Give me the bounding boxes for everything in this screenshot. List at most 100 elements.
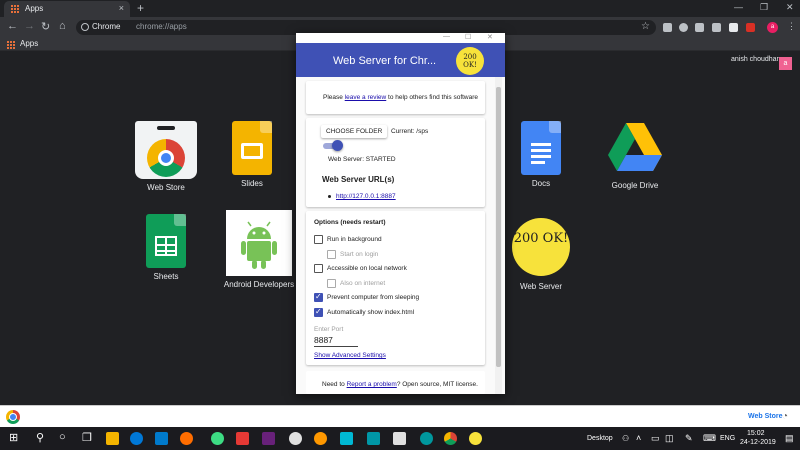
tab-apps[interactable]: Apps ×	[4, 1, 130, 17]
omnibox-label: Chrome	[92, 22, 121, 31]
sheets-icon	[146, 214, 186, 268]
extension-icon[interactable]	[695, 23, 704, 32]
notifications-icon[interactable]: ▤	[785, 433, 794, 444]
web-server-taskbar-icon[interactable]	[469, 432, 482, 445]
task-view-icon[interactable]: ❐	[82, 431, 92, 444]
bookmark-apps[interactable]: Apps	[20, 39, 38, 48]
app-android-developers[interactable]: Android Developers	[219, 210, 299, 289]
blender-icon[interactable]	[314, 432, 327, 445]
vscode-icon[interactable]	[155, 432, 168, 445]
forward-arrow-icon[interactable]: →	[24, 20, 35, 32]
start-on-login-checkbox[interactable]	[327, 250, 336, 259]
also-on-internet-checkbox[interactable]	[327, 279, 336, 288]
new-tab-button[interactable]: +	[137, 1, 144, 15]
app-icon[interactable]	[393, 432, 406, 445]
server-url-link[interactable]: http://127.0.0.1:8887	[336, 193, 396, 200]
close-window-button[interactable]: ✕	[786, 2, 794, 13]
apps-grid-icon[interactable]	[7, 41, 15, 49]
android-studio-icon[interactable]	[211, 432, 224, 445]
battery-icon[interactable]: ▭	[651, 433, 660, 444]
app-google-drive[interactable]: Google Drive	[595, 123, 675, 190]
port-input[interactable]: 8887	[314, 335, 358, 347]
app-label: Web Server	[519, 282, 563, 291]
notification-bar: Web Store ◔	[0, 405, 800, 427]
app-icon[interactable]	[236, 432, 249, 445]
pen-icon[interactable]: ✎	[685, 433, 693, 444]
popup-maximize-button[interactable]: ☐	[465, 33, 471, 41]
chrome-menu-icon[interactable]: ⋮	[787, 21, 796, 32]
clock-time[interactable]: 15:02	[747, 430, 765, 437]
chrome-icon	[6, 410, 20, 424]
show-index-checkbox[interactable]	[314, 307, 323, 317]
app-slides[interactable]: Slides	[212, 121, 292, 188]
app-label: Google Drive	[611, 181, 659, 190]
server-status: Web Server: STARTED	[328, 156, 396, 163]
extension-icon[interactable]	[663, 23, 672, 32]
choose-folder-button[interactable]: CHOOSE FOLDER	[321, 125, 388, 138]
search-icon[interactable]: ⚲	[36, 431, 44, 444]
app-icon[interactable]	[180, 432, 193, 445]
app-web-store[interactable]: Web Store	[126, 121, 206, 192]
app-icon[interactable]	[340, 432, 353, 445]
report-problem-link[interactable]: Report a problem	[347, 381, 397, 388]
visual-studio-icon[interactable]	[262, 432, 275, 445]
app-sheets[interactable]: Sheets	[126, 214, 206, 281]
tab-title: Apps	[25, 4, 44, 13]
arduino-icon[interactable]	[420, 432, 433, 445]
docs-icon	[521, 121, 561, 175]
option-label: Also on internet	[340, 280, 386, 287]
scrollbar-thumb[interactable]	[496, 87, 501, 367]
clock-date[interactable]: 24-12-2019	[740, 439, 776, 446]
extension-icon[interactable]	[679, 23, 688, 32]
language-indicator[interactable]: ENG	[720, 435, 735, 442]
app-icon[interactable]	[367, 432, 380, 445]
popup-scrollbar[interactable]	[495, 77, 502, 394]
extension-icon[interactable]	[746, 23, 755, 32]
people-icon[interactable]: ⚇	[622, 434, 629, 443]
option-label: Prevent computer from sleeping	[327, 294, 420, 301]
user-avatar[interactable]: a	[779, 57, 792, 70]
profile-avatar[interactable]: a	[767, 22, 778, 33]
app-web-server[interactable]: 200 OK! Web Server	[501, 218, 581, 291]
home-icon[interactable]: ⌂	[59, 20, 66, 32]
accessible-local-network-checkbox[interactable]	[314, 264, 323, 273]
network-icon[interactable]: ◫	[665, 433, 674, 444]
web-store-link[interactable]: Web Store	[748, 413, 783, 420]
extension-icon[interactable]	[729, 23, 738, 32]
option-label: Automatically show index.html	[327, 309, 415, 316]
url-heading: Web Server URL(s)	[322, 175, 395, 184]
restore-button[interactable]: ❐	[760, 2, 768, 13]
slides-icon	[232, 121, 272, 175]
run-in-background-checkbox[interactable]	[314, 235, 323, 244]
bookmark-star-icon[interactable]: ☆	[641, 21, 650, 32]
chevron-up-icon[interactable]: ˄	[636, 433, 641, 443]
keyboard-icon[interactable]: ⌨	[703, 433, 716, 444]
omnibox-url[interactable]: chrome://apps	[136, 22, 187, 31]
windows-start-icon[interactable]: ⊞	[9, 431, 18, 444]
file-explorer-icon[interactable]	[106, 432, 119, 445]
tab-close-icon[interactable]: ×	[119, 3, 124, 13]
store-icon[interactable]: ◔	[782, 411, 788, 422]
advanced-settings-link[interactable]: Show Advanced Settings	[314, 352, 386, 359]
web-server-icon: 200 OK!	[512, 218, 570, 276]
leave-review-link[interactable]: leave a review	[345, 94, 387, 101]
chrome-taskbar-icon[interactable]	[444, 432, 457, 445]
popup-close-button[interactable]: ✕	[487, 33, 493, 41]
server-toggle-knob[interactable]	[332, 140, 343, 151]
edge-icon[interactable]	[130, 432, 143, 445]
reload-icon[interactable]: ↻	[41, 20, 50, 33]
app-docs[interactable]: Docs	[501, 121, 581, 188]
app-icon[interactable]	[289, 432, 302, 445]
user-name[interactable]: anish choudhary	[731, 56, 782, 63]
web-store-icon	[135, 121, 197, 179]
desktop-toolbar[interactable]: Desktop	[587, 435, 613, 442]
prevent-sleep-checkbox[interactable]	[314, 292, 323, 302]
popup-titlebar: — ☐ ✕	[296, 33, 505, 43]
cortana-icon[interactable]: ○	[59, 431, 66, 443]
minimize-button[interactable]: —	[734, 2, 743, 12]
port-label: Enter Port	[314, 326, 344, 333]
popup-minimize-button[interactable]: —	[443, 33, 450, 40]
extension-icon[interactable]	[712, 23, 721, 32]
popup-title: Web Server for Chr...	[333, 55, 437, 67]
back-arrow-icon[interactable]: ←	[7, 20, 18, 32]
